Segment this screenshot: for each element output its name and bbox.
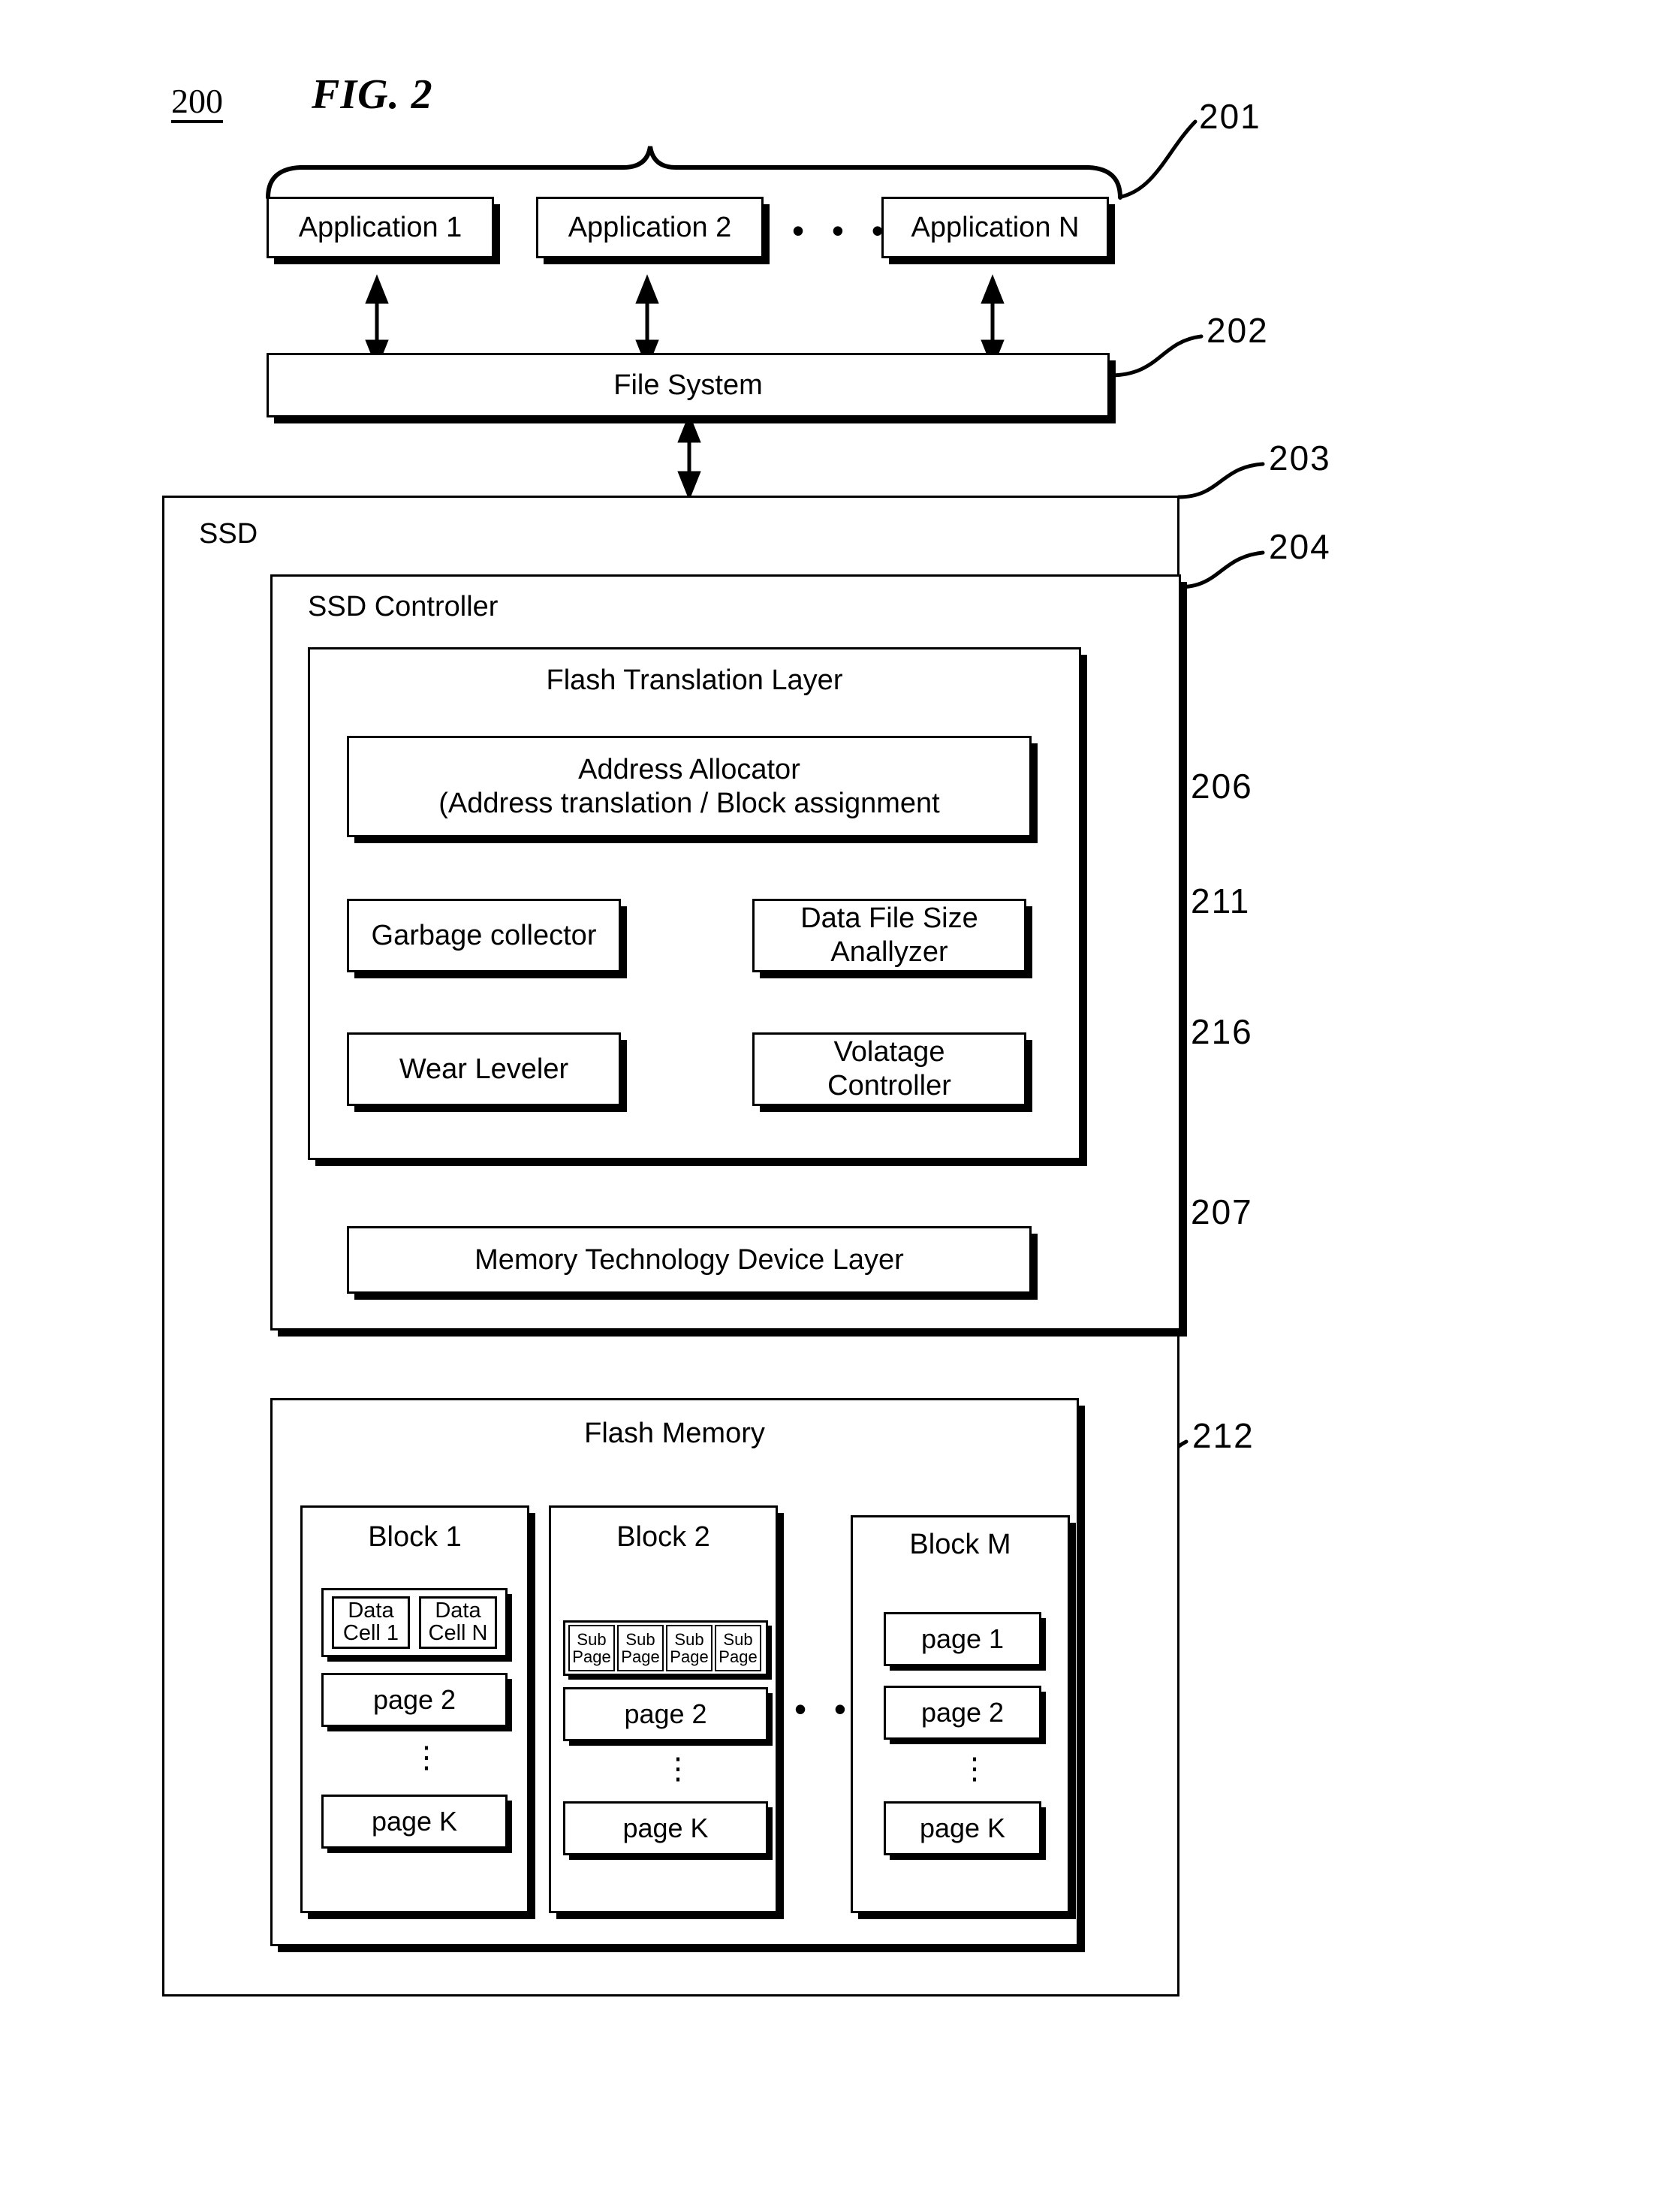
reference-numeral-206: 206 (1191, 767, 1253, 806)
sub-page-4-line2: Page (719, 1647, 758, 1666)
flash-block-1-page-k[interactable]: page K (321, 1795, 508, 1849)
flash-block-1-page-k-label: page K (371, 1805, 458, 1837)
figure-number: 200 (171, 84, 223, 123)
file-system-label: File System (613, 369, 763, 401)
flash-block-2-page-2[interactable]: page 2 (563, 1687, 768, 1741)
wear-leveler-label: Wear Leveler (399, 1053, 569, 1085)
flash-block-m-page-1-label: page 1 (920, 1623, 1005, 1654)
sub-page-4-line1: Sub (723, 1629, 753, 1649)
reference-numeral-203: 203 (1269, 438, 1331, 478)
volatage-controller-box[interactable]: Volatage Controller (752, 1032, 1026, 1106)
address-allocator-box[interactable]: Address Allocator (Address translation /… (347, 736, 1032, 837)
sub-page-2-line1: Sub (625, 1629, 655, 1649)
flash-block-2-page-2-label: page 2 (624, 1698, 707, 1729)
flash-block-m-page-1[interactable]: page 1 (884, 1612, 1041, 1666)
data-cell-1-line1: Data (348, 1599, 394, 1623)
sub-page-3-line2: Page (670, 1647, 709, 1666)
data-cell-1-line2: Cell 1 (342, 1621, 399, 1645)
file-system-box[interactable]: File System (267, 353, 1110, 417)
flash-memory-label: Flash Memory (584, 1418, 765, 1449)
reference-numeral-212: 212 (1192, 1416, 1255, 1455)
data-cell-n-box[interactable]: Data Cell N (419, 1596, 497, 1649)
flash-block-2-page-k[interactable]: page K (563, 1801, 768, 1855)
reference-numeral-207: 207 (1191, 1192, 1253, 1231)
sub-page-box-2[interactable]: Sub Page (617, 1625, 664, 1671)
sub-page-box-1[interactable]: Sub Page (568, 1625, 615, 1671)
data-cell-n-line2: Cell N (428, 1621, 488, 1645)
application-label-1: Application 1 (298, 211, 462, 243)
reference-numeral-211: 211 (1191, 881, 1251, 921)
patent-figure-page: 200 FIG. 2 201 202 203 204 206 211 216 2… (0, 0, 1669, 2212)
application-label-n: Application N (911, 211, 1080, 243)
application-box-1[interactable]: Application 1 (267, 197, 494, 258)
data-file-size-anallyzer-line1: Data File Size (800, 903, 978, 935)
data-file-size-anallyzer-box[interactable]: Data File Size Anallyzer (752, 899, 1026, 972)
reference-numeral-216: 216 (1191, 1012, 1253, 1051)
volatage-controller-line1: Volatage (833, 1036, 945, 1068)
flash-block-1-page-2[interactable]: page 2 (321, 1673, 508, 1727)
applications-ellipsis: • • • (792, 211, 893, 250)
sub-page-1-line1: Sub (577, 1629, 607, 1649)
reference-numeral-201: 201 (1199, 97, 1261, 136)
volatage-controller-line2: Controller (827, 1070, 951, 1101)
address-allocator-line1: Address Allocator (578, 753, 800, 785)
ssd-label: SSD (199, 518, 258, 550)
application-label-2: Application 2 (568, 211, 732, 243)
flash-block-m-page-k[interactable]: page K (884, 1801, 1041, 1855)
data-cell-1-box[interactable]: Data Cell 1 (332, 1596, 410, 1649)
sub-page-1-line2: Page (572, 1647, 611, 1666)
flash-block-m-vertical-ellipsis: ⋮ (960, 1754, 990, 1784)
flash-block-m-page-2[interactable]: page 2 (884, 1686, 1041, 1740)
flash-translation-layer-label: Flash Translation Layer (546, 665, 843, 696)
flash-block-m-title: Block M (909, 1529, 1011, 1560)
flash-block-2-title: Block 2 (616, 1521, 710, 1553)
flash-block-2-vertical-ellipsis: ⋮ (663, 1754, 693, 1784)
data-file-size-anallyzer-line2: Anallyzer (830, 936, 948, 968)
sub-page-2-line2: Page (621, 1647, 660, 1666)
data-cell-n-line1: Data (435, 1599, 481, 1623)
memory-technology-device-layer-box[interactable]: Memory Technology Device Layer (347, 1226, 1032, 1294)
sub-page-box-4[interactable]: Sub Page (715, 1625, 761, 1671)
application-box-n[interactable]: Application N (881, 197, 1109, 258)
memory-technology-device-layer-label: Memory Technology Device Layer (474, 1243, 904, 1276)
flash-block-1-vertical-ellipsis: ⋮ (411, 1743, 441, 1773)
flash-block-m-page-k-label: page K (919, 1812, 1006, 1843)
address-allocator-line2: (Address translation / Block assignment (438, 787, 940, 819)
flash-block-m-page-2-label: page 2 (920, 1696, 1005, 1728)
figure-title: FIG. 2 (312, 71, 433, 118)
sub-page-3-line1: Sub (674, 1629, 704, 1649)
application-box-2[interactable]: Application 2 (536, 197, 764, 258)
wear-leveler-box[interactable]: Wear Leveler (347, 1032, 621, 1106)
flash-block-1-page-2-label: page 2 (372, 1683, 456, 1715)
flash-block-1-title: Block 1 (368, 1521, 462, 1553)
garbage-collector-box[interactable]: Garbage collector (347, 899, 621, 972)
reference-numeral-204: 204 (1269, 527, 1331, 566)
garbage-collector-label: Garbage collector (371, 919, 597, 951)
ssd-controller-label: SSD Controller (308, 591, 499, 622)
sub-page-box-3[interactable]: Sub Page (666, 1625, 712, 1671)
reference-numeral-202: 202 (1207, 311, 1269, 350)
flash-block-2-page-k-label: page K (622, 1812, 709, 1843)
